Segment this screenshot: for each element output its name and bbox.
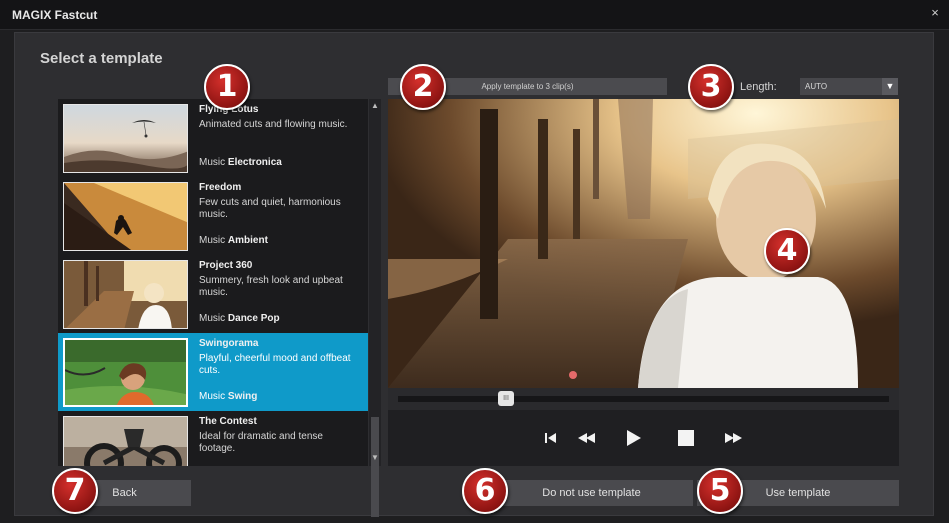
template-item-swingorama[interactable]: Swingorama Playful, cheerful mood and of… bbox=[58, 333, 368, 411]
callout-badge-3: 3 bbox=[688, 64, 734, 110]
callout-badge-2: 2 bbox=[400, 64, 446, 110]
window-title: MAGIX Fastcut bbox=[12, 8, 98, 22]
template-description: Ideal for dramatic and tense footage. bbox=[199, 431, 323, 454]
timeline-scrubber[interactable]: III bbox=[388, 388, 899, 410]
length-dropdown[interactable]: AUTO ▼ bbox=[800, 78, 898, 95]
template-thumbnail-flying-lotus bbox=[63, 104, 188, 173]
callout-badge-4: 4 bbox=[764, 228, 810, 274]
template-music: Music Electronica bbox=[199, 157, 282, 168]
scroll-up-icon[interactable]: ▲ bbox=[370, 100, 380, 112]
template-description: Few cuts and quiet, harmonious music. bbox=[199, 197, 341, 220]
chevron-down-icon[interactable]: ▼ bbox=[882, 78, 898, 95]
transport-controls bbox=[388, 410, 899, 466]
template-thumbnail-the-contest bbox=[63, 416, 188, 466]
template-thumbnail-swingorama bbox=[63, 338, 188, 407]
callout-badge-7: 7 bbox=[52, 468, 98, 514]
template-name: The Contest bbox=[199, 416, 257, 427]
template-thumbnail-project-360 bbox=[63, 260, 188, 329]
callout-badge-6: 6 bbox=[462, 468, 508, 514]
playhead-handle[interactable]: III bbox=[498, 391, 515, 406]
template-item-project-360[interactable]: Project 360 Summery, fresh look and upbe… bbox=[58, 255, 368, 333]
length-label: Length: bbox=[740, 81, 777, 93]
template-thumbnail-freedom bbox=[63, 182, 188, 251]
template-item-flying-lotus[interactable]: Flying Lotus Animated cuts and flowing m… bbox=[58, 99, 368, 177]
template-description: Animated cuts and flowing music. bbox=[199, 119, 348, 130]
template-item-the-contest[interactable]: The Contest Ideal for dramatic and tense… bbox=[58, 411, 368, 466]
scrollbar-thumb[interactable] bbox=[371, 417, 379, 517]
callout-badge-5: 5 bbox=[697, 468, 743, 514]
template-item-freedom[interactable]: Freedom Few cuts and quiet, harmonious m… bbox=[58, 177, 368, 255]
play-icon[interactable] bbox=[622, 427, 644, 449]
template-music: Music Ambient bbox=[199, 235, 268, 246]
title-bar: MAGIX Fastcut × bbox=[0, 0, 949, 30]
template-list-scrollbar[interactable]: ▲ ▼ bbox=[369, 99, 381, 517]
timeline-track[interactable] bbox=[398, 396, 889, 402]
template-description: Summery, fresh look and upbeat music. bbox=[199, 275, 343, 298]
do-not-use-template-button[interactable]: Do not use template bbox=[490, 480, 693, 506]
rewind-icon[interactable] bbox=[576, 427, 598, 449]
template-music: Music Swing bbox=[199, 391, 258, 402]
callout-badge-1: 1 bbox=[204, 64, 250, 110]
template-name: Project 360 bbox=[199, 260, 253, 271]
template-list[interactable]: Flying Lotus Animated cuts and flowing m… bbox=[58, 99, 368, 466]
close-icon[interactable]: × bbox=[927, 5, 943, 21]
stop-icon[interactable] bbox=[675, 427, 697, 449]
length-value: AUTO bbox=[805, 82, 828, 91]
skip-to-start-icon[interactable] bbox=[540, 427, 562, 449]
template-name: Swingorama bbox=[199, 338, 259, 349]
fast-forward-icon[interactable] bbox=[722, 427, 744, 449]
video-preview[interactable] bbox=[388, 99, 899, 388]
page-title: Select a template bbox=[40, 50, 163, 67]
template-name: Freedom bbox=[199, 182, 242, 193]
template-music: Music Dance Pop bbox=[199, 313, 280, 324]
scroll-down-icon[interactable]: ▼ bbox=[370, 452, 380, 464]
template-description: Playful, cheerful mood and offbeat cuts. bbox=[199, 353, 351, 376]
